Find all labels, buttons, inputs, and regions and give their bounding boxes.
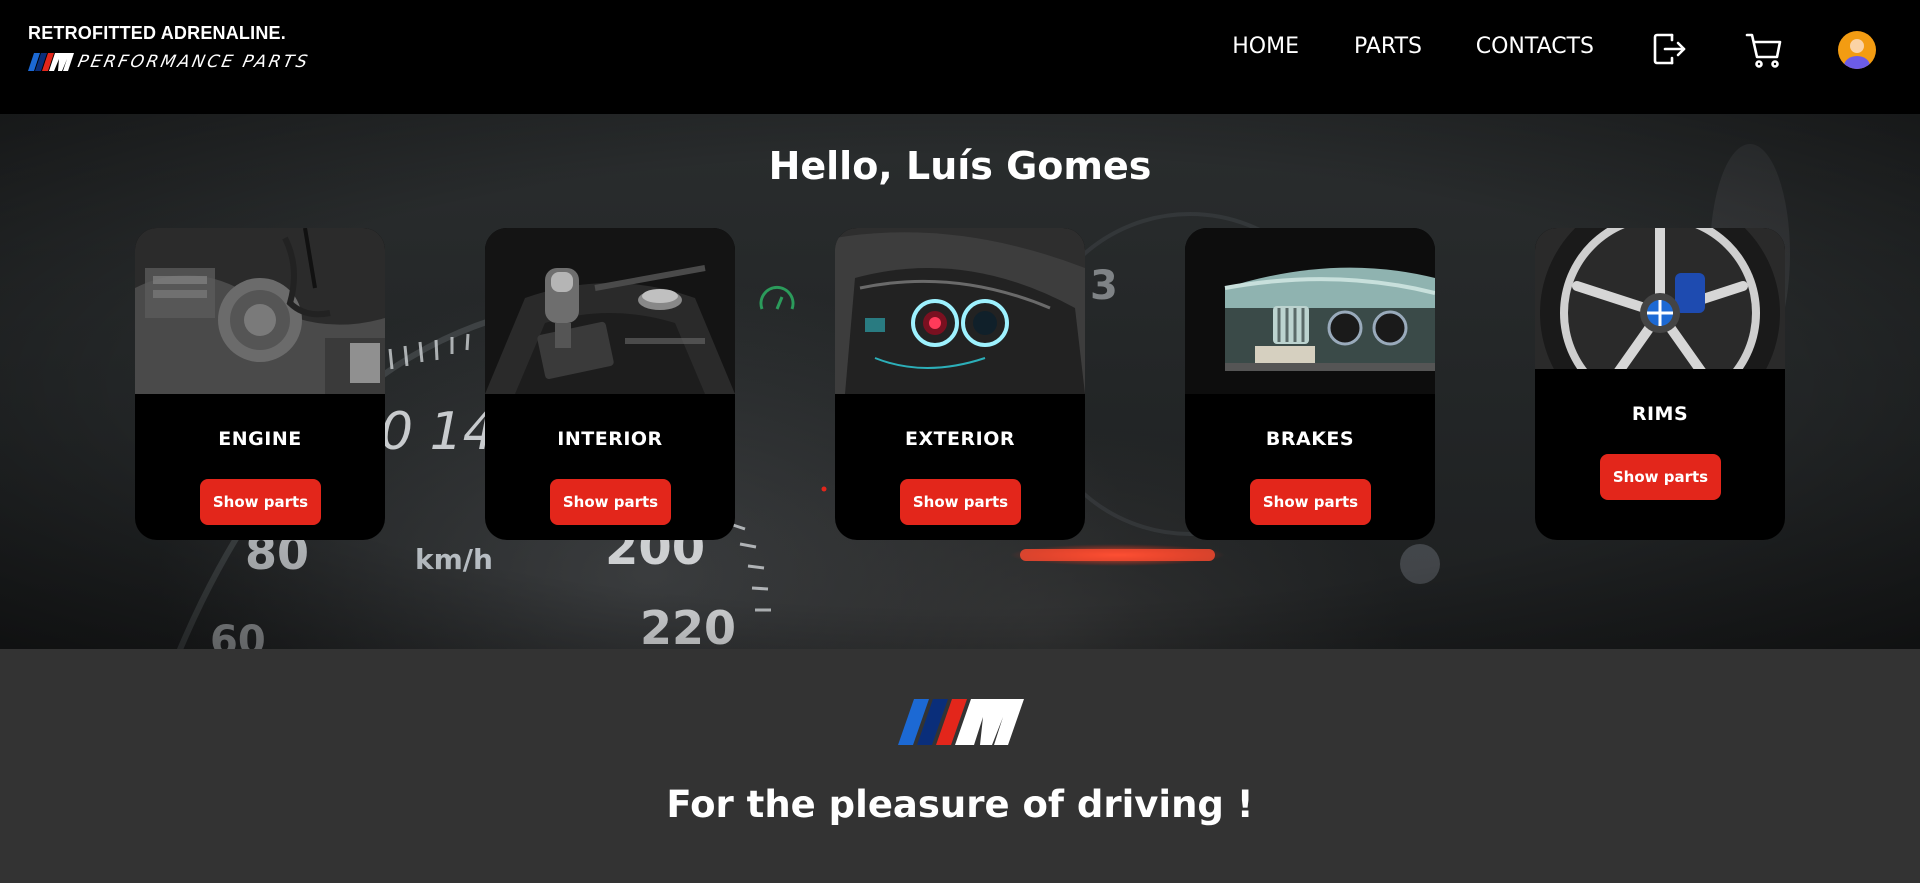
show-parts-button-interior[interactable]: Show parts — [550, 479, 671, 525]
exterior-image — [835, 228, 1085, 394]
category-card-exterior: EXTERIOR Show parts — [835, 228, 1085, 540]
footer-slogan: For the pleasure of driving ! — [666, 783, 1254, 826]
user-avatar-icon[interactable] — [1837, 30, 1877, 75]
category-label: EXTERIOR — [904, 428, 1016, 450]
greeting-title: Hello, Luís Gomes — [768, 144, 1152, 188]
m-stripes-logo-icon — [28, 53, 74, 71]
site-footer: For the pleasure of driving ! — [0, 649, 1920, 883]
m-stripes-logo-icon — [898, 699, 1024, 745]
category-label: INTERIOR — [557, 428, 663, 450]
brand-subtitle: PERFORMANCE PARTS — [75, 52, 312, 72]
site-header: RETROFITTED ADRENALINE. PERFORMANCE PART… — [0, 0, 1920, 114]
logout-icon[interactable] — [1650, 30, 1688, 73]
nav-parts[interactable]: PARTS — [1354, 34, 1422, 59]
cart-icon[interactable] — [1744, 30, 1784, 75]
category-card-rims: RIMS Show parts — [1535, 228, 1785, 540]
category-label: BRAKES — [1265, 428, 1355, 450]
nav-home[interactable]: HOME — [1232, 34, 1299, 59]
show-parts-button-rims[interactable]: Show parts — [1600, 454, 1721, 500]
nav-contacts[interactable]: CONTACTS — [1476, 34, 1594, 59]
category-card-brakes: BRAKES Show parts — [1185, 228, 1435, 540]
brand-row: PERFORMANCE PARTS — [28, 52, 312, 72]
brand[interactable]: RETROFITTED ADRENALINE. PERFORMANCE PART… — [28, 22, 312, 72]
engine-image — [135, 228, 385, 394]
brand-tagline: RETROFITTED ADRENALINE. — [28, 23, 286, 43]
show-parts-button-exterior[interactable]: Show parts — [900, 479, 1021, 525]
hero-section: 0 140 80 km/h 200 220 60 3 Hello, Luís G… — [0, 114, 1920, 649]
category-label: ENGINE — [218, 428, 302, 450]
category-card-engine: ENGINE Show parts — [135, 228, 385, 540]
show-parts-button-brakes[interactable]: Show parts — [1250, 479, 1371, 525]
category-card-interior: INTERIOR Show parts — [485, 228, 735, 540]
brakes-image — [1185, 228, 1435, 394]
show-parts-button-engine[interactable]: Show parts — [200, 479, 321, 525]
rims-image — [1535, 228, 1785, 369]
category-label: RIMS — [1631, 403, 1689, 425]
interior-image — [485, 228, 735, 394]
